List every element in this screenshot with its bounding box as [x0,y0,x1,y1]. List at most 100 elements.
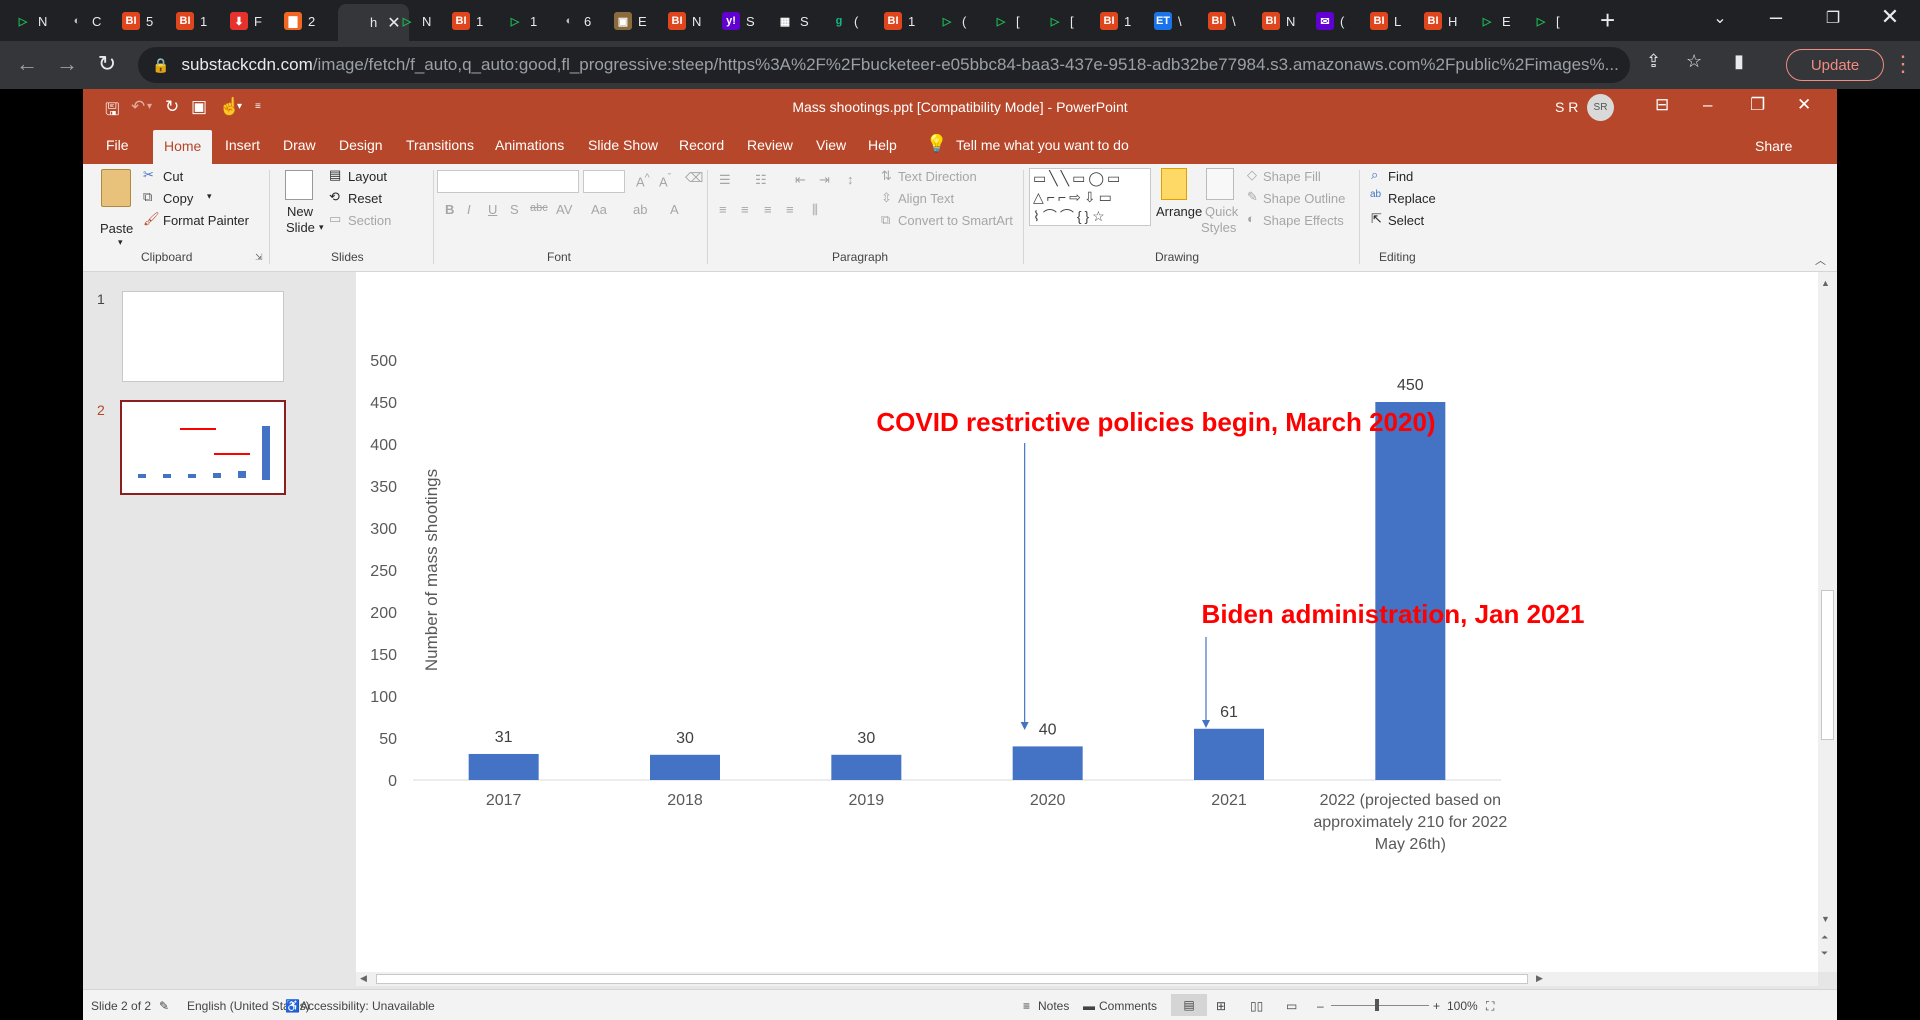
slide-thumbnail-1[interactable] [122,291,284,382]
decrease-font-icon[interactable]: Aˇ [659,172,671,189]
shapes-gallery[interactable]: ▭╲╲▭◯▭ △⌐⌐⇨⇩▭ ⌇⌒⌒{}☆ [1029,168,1151,226]
change-case-icon[interactable]: Aa [591,202,607,217]
share-page-icon[interactable]: ⇪ [1646,51,1661,72]
arrange-button[interactable]: Arrange [1156,204,1202,219]
find-button[interactable]: Find [1388,169,1413,184]
select-button[interactable]: Select [1388,213,1424,228]
tab-home[interactable]: Home [153,130,213,164]
slide-sorter-icon[interactable]: ⊞ [1216,999,1226,1013]
notes-button[interactable]: Notes [1038,999,1069,1013]
reset-button[interactable]: Reset [348,191,382,206]
layout-button[interactable]: Layout [348,169,387,184]
browser-tab[interactable]: BI \ [1208,6,1236,36]
browser-tab[interactable]: BI 1 [884,6,915,36]
align-right-icon[interactable]: ≡ [764,202,772,217]
browser-tab[interactable]: ◐ C [68,6,102,36]
fit-slide-icon[interactable]: ⛶ [1486,999,1494,1014]
browser-tab[interactable]: ◐ 6 [560,6,592,36]
tab-file[interactable]: File [106,137,129,153]
paste-button[interactable]: Paste [100,221,133,236]
browser-tab[interactable]: ▷( [938,6,967,36]
browser-tab[interactable]: ▣ E [614,6,647,36]
font-name-field[interactable] [437,170,579,193]
underline-icon[interactable]: U [488,202,497,217]
shape-outline-button[interactable]: Shape Outline [1263,191,1345,206]
reload-icon[interactable]: ↻ [92,51,122,77]
normal-view-icon[interactable]: ▤ [1171,994,1207,1016]
char-spacing-icon[interactable]: AV [556,202,572,217]
tab-review[interactable]: Review [747,137,793,153]
quick-styles-label-2[interactable]: Styles [1201,220,1236,235]
tab-slide-show[interactable]: Slide Show [588,137,658,153]
bookmark-star-icon[interactable]: ☆ [1686,51,1702,72]
quick-styles-icon[interactable] [1206,168,1234,200]
browser-tab[interactable]: ▷[ [992,6,1020,36]
vertical-scrollbar[interactable]: ▲ ▼ ⏶ ⏷ [1818,272,1837,972]
justify-icon[interactable]: ≡ [786,202,794,217]
increase-indent-icon[interactable]: ⇥ [819,172,830,188]
new-slide-dropdown-icon[interactable]: ▾ [319,222,324,233]
highlight-icon[interactable]: ab [633,202,647,217]
restore-icon[interactable]: ❐ [1750,95,1765,115]
tab-animations[interactable]: Animations [495,137,564,153]
align-left-icon[interactable]: ≡ [719,202,727,217]
paste-dropdown-icon[interactable]: ▾ [118,237,123,248]
browser-tab[interactable]: ▷ N [14,6,48,36]
comments-button[interactable]: Comments [1099,999,1157,1013]
zoom-slider[interactable] [1331,1005,1429,1006]
font-size-field[interactable] [583,170,625,193]
scroll-up-icon[interactable]: ▲ [1821,278,1830,288]
slideshow-icon[interactable]: ▭ [1286,999,1297,1013]
align-center-icon[interactable]: ≡ [741,202,749,217]
paste-icon[interactable] [101,169,131,207]
ribbon-display-icon[interactable]: ⊟ [1655,95,1669,115]
h-scroll-thumb[interactable] [376,974,1528,984]
address-bar[interactable]: 🔒 substackcdn.com /image/fetch/f_auto,q_… [138,47,1630,83]
share-button[interactable]: Share [1755,138,1792,154]
shadow-icon[interactable]: S [510,202,519,217]
strikethrough-icon[interactable]: abc [530,202,548,214]
browser-tab[interactable]: BI L [1370,6,1401,36]
replace-button[interactable]: Replace [1388,191,1436,206]
browser-tab[interactable]: ✉( [1316,6,1344,36]
browser-tab[interactable]: ⬇ F [230,6,262,36]
tab-insert[interactable]: Insert [225,137,260,153]
clipboard-launcher-icon[interactable]: ⇲ [255,252,263,263]
new-slide-label-2[interactable]: Slide [286,220,315,235]
copy-button[interactable]: Copy [163,191,193,206]
bullets-icon[interactable]: ☰ [719,172,731,188]
scroll-down-icon[interactable]: ▼ [1821,914,1830,924]
reading-view-icon[interactable]: ▯▯ [1250,999,1263,1013]
scroll-left-icon[interactable]: ◀ [360,973,367,984]
decrease-indent-icon[interactable]: ⇤ [795,172,806,188]
clear-format-icon[interactable]: ⌫ [685,170,703,186]
browser-tab[interactable]: BI N [1262,6,1295,36]
bold-icon[interactable]: B [445,202,454,217]
tab-transitions[interactable]: Transitions [406,137,474,153]
close-window-icon[interactable]: ✕ [1870,4,1910,30]
browser-tab[interactable]: ▷ 1 [506,6,537,36]
browser-tab[interactable]: ▇ 2 [284,6,315,36]
spelling-icon[interactable]: ✎ [159,999,169,1013]
italic-icon[interactable]: I [467,202,471,217]
zoom-in-icon[interactable]: + [1433,999,1440,1013]
minimize-icon[interactable]: – [1756,4,1796,30]
collapse-ribbon-icon[interactable]: ︿ [1815,252,1826,268]
previous-slide-icon[interactable]: ⏶ [1821,932,1828,943]
tab-search-icon[interactable]: ⌄ [1700,8,1740,28]
browser-tab[interactable]: ▷ E [1478,6,1511,36]
tell-me-search[interactable]: Tell me what you want to do [956,137,1129,153]
convert-smartart-button[interactable]: Convert to SmartArt [898,213,1013,228]
zoom-slider-handle[interactable] [1375,999,1379,1011]
font-color-icon[interactable]: A [670,202,679,217]
slide-thumbnail-2[interactable] [120,400,286,495]
browser-tab[interactable]: ▦ S [776,6,809,36]
avatar[interactable]: SR [1587,94,1614,121]
scroll-thumb[interactable] [1821,590,1834,740]
back-icon[interactable]: ← [12,51,42,77]
browser-tab[interactable]: ▷[ [1046,6,1074,36]
horizontal-scrollbar[interactable]: ◀ ▶ [356,972,1818,986]
text-direction-button[interactable]: Text Direction [898,169,977,184]
next-slide-icon[interactable]: ⏷ [1821,948,1828,959]
cut-button[interactable]: Cut [163,169,183,184]
